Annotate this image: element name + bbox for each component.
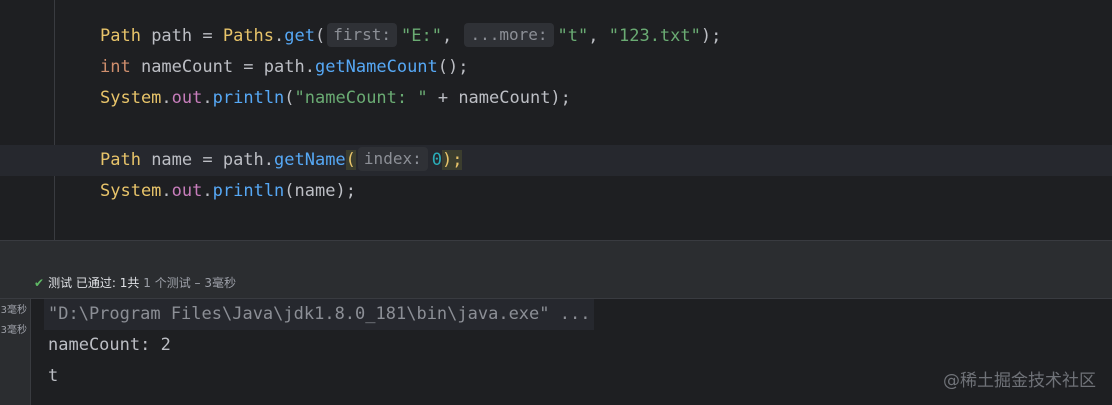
- code-editor[interactable]: Path path = Paths.get(first: "E:", ...mor…: [0, 0, 1112, 240]
- watermark: @稀土掘金技术社区: [943, 371, 1096, 391]
- test-duration: 3毫秒: [0, 305, 27, 316]
- parameter-hint-more: ...more:: [464, 23, 554, 47]
- passed-label: 已通过:: [75, 276, 116, 290]
- test-count: 1共: [119, 276, 140, 290]
- code-text: + nameCount);: [427, 88, 571, 108]
- panel-splitter[interactable]: [0, 240, 1112, 269]
- code-line-2[interactable]: int nameCount = path.getNameCount();: [100, 52, 469, 83]
- method-token: println: [212, 88, 285, 108]
- parameter-hint-index: index:: [357, 147, 428, 171]
- code-text: (name);: [284, 181, 356, 201]
- method-token: getNameCount: [314, 57, 438, 77]
- class-token: System: [100, 181, 162, 201]
- type-token: Path: [100, 26, 141, 46]
- field-token: out: [171, 88, 203, 108]
- keyword-token: int: [100, 57, 131, 77]
- code-text: ();: [437, 57, 469, 77]
- method-token: println: [212, 181, 285, 201]
- console-command-line[interactable]: "D:\Program Files\Java\jdk1.8.0_181\bin\…: [44, 299, 595, 330]
- field-token: out: [171, 181, 203, 201]
- code-line-4[interactable]: Path name = path.getName(index: 0);: [100, 145, 463, 176]
- class-token: Paths: [222, 26, 275, 46]
- test-summary: 1 个测试 – 3毫秒: [143, 276, 236, 290]
- code-text: name = path.: [140, 150, 275, 170]
- check-icon: ✔: [34, 276, 45, 290]
- comma-token: ,: [588, 26, 609, 46]
- string-literal: "123.txt": [608, 26, 701, 46]
- run-console[interactable]: 3毫秒 3毫秒 "D:\Program Files\Java\jdk1.8.0_…: [0, 299, 1112, 405]
- method-token: getName: [274, 150, 346, 170]
- dot-token: .: [202, 181, 213, 201]
- class-token: System: [100, 88, 162, 108]
- code-text: nameCount = path.: [130, 57, 315, 77]
- code-line-5[interactable]: System.out.println(name);: [100, 176, 356, 207]
- dot-token: .: [274, 26, 285, 46]
- string-literal: "t": [557, 26, 589, 46]
- test-status-bar: ✔ 测试 已通过: 1共 1 个测试 – 3毫秒: [0, 268, 1112, 299]
- dot-token: .: [161, 88, 172, 108]
- comma-token: ,: [442, 26, 463, 46]
- code-line-1[interactable]: Path path = Paths.get(first: "E:", ...mor…: [100, 21, 721, 52]
- test-duration: 3毫秒: [0, 325, 27, 336]
- parameter-hint-first: first:: [327, 23, 398, 47]
- paren-token: (: [284, 88, 295, 108]
- gutter-indent-guide: [54, 0, 55, 240]
- paren-match-close: );: [441, 150, 463, 170]
- type-token: Path: [100, 150, 141, 170]
- paren-match-open: (: [345, 150, 356, 170]
- test-state-label: 测试: [48, 276, 73, 290]
- string-literal: "nameCount: ": [294, 88, 428, 108]
- dot-token: .: [161, 181, 172, 201]
- close-token: );: [700, 26, 722, 46]
- test-tree-panel[interactable]: 3毫秒 3毫秒: [0, 299, 31, 405]
- code-text: path =: [140, 26, 223, 46]
- dot-token: .: [202, 88, 213, 108]
- string-literal: "E:": [401, 26, 442, 46]
- console-output-line: t: [48, 366, 59, 386]
- console-output-line: nameCount: 2: [48, 335, 171, 355]
- code-line-3[interactable]: System.out.println("nameCount: " + nameC…: [100, 83, 571, 114]
- paren-token: (: [315, 26, 326, 46]
- method-token: get: [284, 26, 315, 46]
- number-literal: 0: [431, 150, 442, 170]
